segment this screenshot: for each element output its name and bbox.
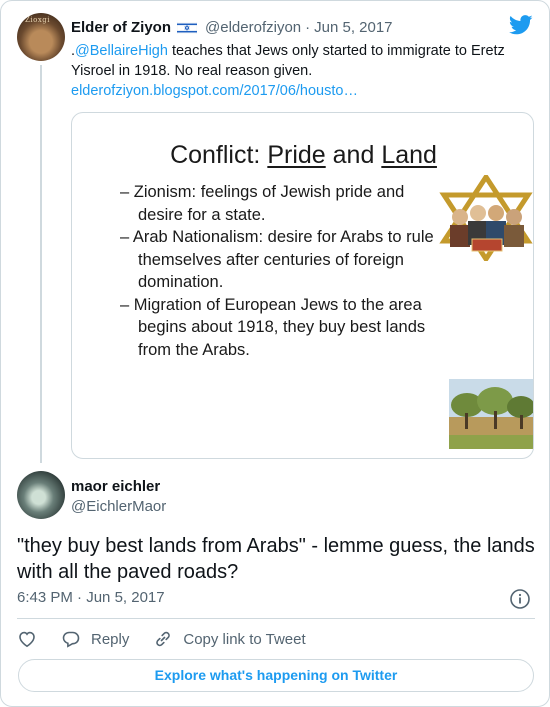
reply-author-handle[interactable]: @EichlerMaor (71, 498, 166, 515)
parent-tweet-header: Elder of Ziyon @elderofziyon · Jun 5, 20… (71, 17, 511, 37)
link-icon (156, 631, 171, 647)
star-of-david-illustration (439, 175, 533, 261)
copy-link-button[interactable]: Copy link to Tweet (153, 629, 306, 649)
avatar[interactable]: Zioxgi (17, 13, 65, 61)
tweet-actions: Reply Copy link to Tweet (17, 626, 330, 652)
meta-separator: · (305, 18, 311, 36)
thread-connector-line (40, 65, 42, 463)
divider (17, 618, 535, 619)
tweet-embed-card: Zioxgi Elder of Ziyon @elderofziyon · Ju… (0, 0, 550, 707)
parent-tweet-text: .@BellaireHigh teaches that Jews only st… (71, 41, 533, 101)
olive-grove-photo (449, 379, 533, 449)
reply-button[interactable]: Reply (61, 629, 129, 649)
external-link[interactable]: elderofziyon.blogspot.com/2017/06/housto… (71, 83, 358, 99)
heart-icon (19, 631, 35, 648)
slide-title-pride: Pride (267, 141, 326, 169)
reply-label: Reply (91, 630, 130, 648)
slide-title-land: Land (381, 141, 437, 169)
slide-title-lead: Conflict: (170, 141, 268, 169)
author-handle[interactable]: @elderofziyon (205, 19, 301, 36)
reply-tweet-text: "they buy best lands from Arabs" - lemme… (17, 535, 535, 583)
info-icon[interactable] (509, 588, 531, 610)
author-name[interactable]: Elder of Ziyon (71, 19, 171, 36)
slide-title: Conflict: Pride and Land (72, 141, 533, 170)
twitter-bird-icon[interactable] (509, 15, 533, 35)
mention-link[interactable]: @BellaireHigh (75, 43, 168, 59)
avatar-label: Zioxgi (25, 16, 50, 24)
slide-bullet: Zionism: feelings of Jewish pride and de… (120, 181, 450, 226)
tweet-date[interactable]: Jun 5, 2017 (314, 19, 392, 36)
israel-flag-icon (176, 21, 198, 35)
tweet-date[interactable]: Jun 5, 2017 (86, 589, 164, 606)
like-button[interactable] (17, 629, 37, 649)
tweet-media-image[interactable]: Conflict: Pride and Land Zionism: feelin… (71, 112, 534, 459)
tweet-time[interactable]: 6:43 PM (17, 589, 73, 606)
meta-separator: · (77, 589, 83, 606)
reply-author-name[interactable]: maor eichler (71, 478, 160, 495)
copy-link-label: Copy link to Tweet (183, 630, 306, 648)
avatar[interactable] (17, 471, 65, 519)
slide-bullets: Zionism: feelings of Jewish pride and de… (120, 181, 450, 361)
reply-icon (62, 631, 80, 648)
slide-bullet: Migration of European Jews to the area b… (120, 294, 450, 362)
explore-button[interactable]: Explore what's happening on Twitter (18, 659, 534, 692)
tweet-timestamp[interactable]: 6:43 PM · Jun 5, 2017 (17, 589, 165, 606)
slide-title-and: and (325, 141, 382, 169)
slide-bullet: Arab Nationalism: desire for Arabs to ru… (120, 226, 450, 294)
